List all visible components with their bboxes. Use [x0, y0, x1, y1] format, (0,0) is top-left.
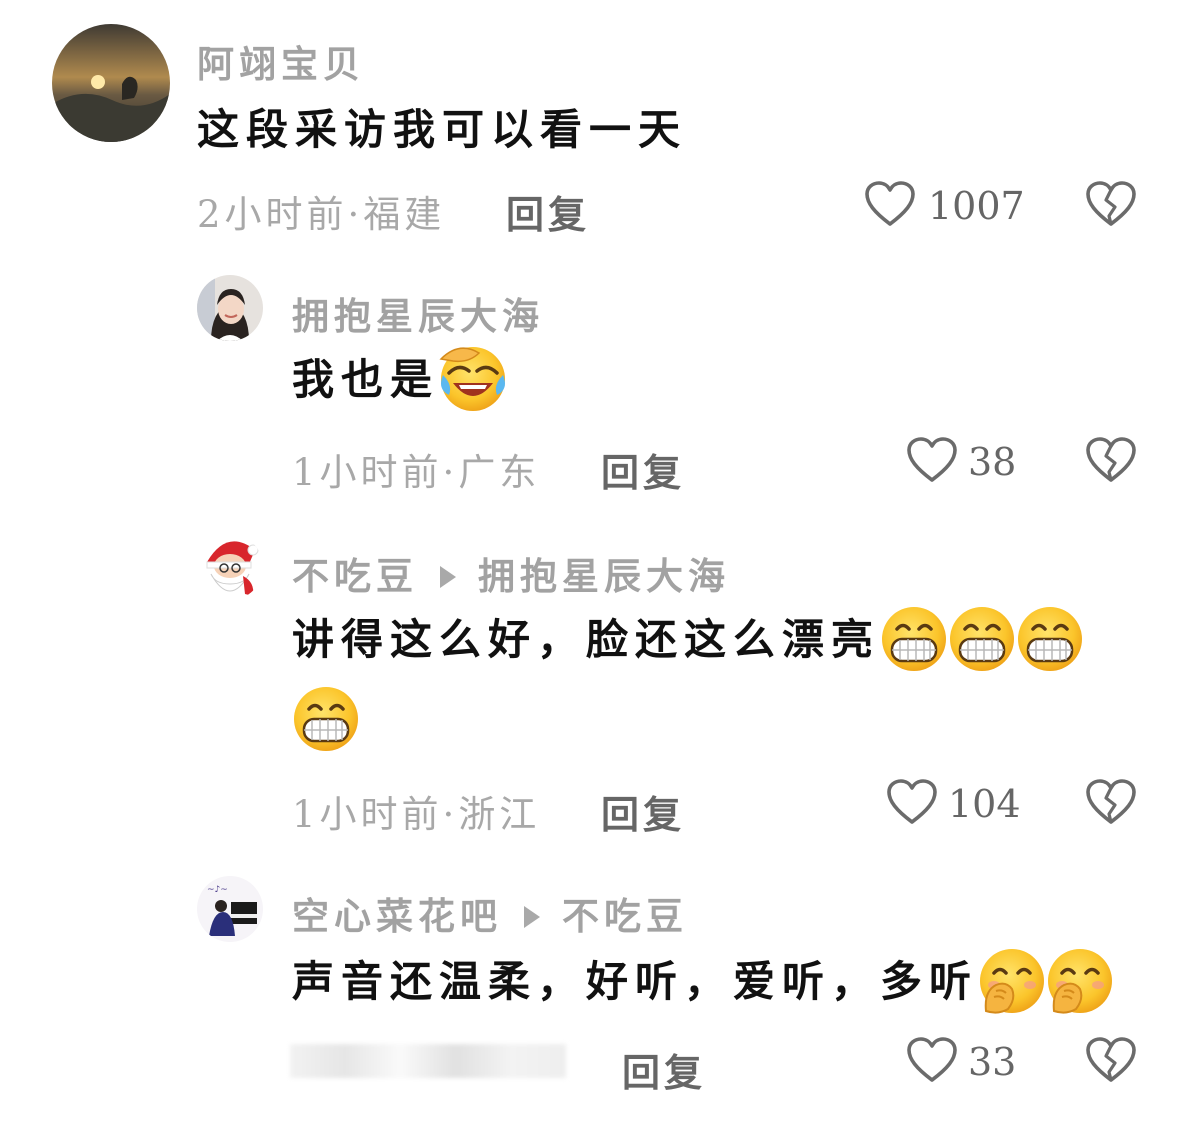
sunset-avatar-icon[interactable] — [52, 24, 170, 142]
grin-emoji-icon — [1016, 605, 1084, 673]
like-count: 104 — [948, 782, 1021, 826]
comment-location: 福建 — [363, 193, 446, 236]
username[interactable]: 不吃豆 拥抱星辰大海 — [292, 546, 730, 600]
comment-item: 拥抱星辰大海 我也是 1小时前·广东 回复 38 — [0, 260, 1200, 520]
broken-heart-icon[interactable] — [1085, 180, 1137, 228]
reply-arrow-icon — [524, 905, 540, 928]
comment-text-body: 声音还温柔，好听，爱听，多听 — [292, 957, 979, 1006]
meta-separator: · — [347, 193, 364, 236]
like-count: 33 — [968, 1040, 1017, 1084]
comment-meta: 1小时前·浙江 — [292, 784, 540, 838]
heart-icon[interactable] — [886, 778, 938, 826]
comment-text: 我也是 — [292, 340, 507, 420]
broken-heart-icon[interactable] — [1085, 436, 1137, 484]
svg-text:~♪~: ~♪~ — [207, 885, 228, 895]
comment-item: 不吃豆 拥抱星辰大海 讲得这么好，脸还这么漂亮 1小时前·浙江 回复 104 — [0, 520, 1200, 870]
grin-emoji-icon — [880, 605, 948, 673]
comment-text: 这段采访我可以看一天 — [197, 90, 687, 170]
username[interactable]: 空心菜花吧 不吃豆 — [292, 886, 688, 940]
broken-heart-icon[interactable] — [1085, 1036, 1137, 1084]
comment-item: ~♪~ 空心菜花吧 不吃豆 声音还温柔，好听，爱听，多听 回复 33 — [0, 862, 1200, 1122]
piano-avatar-icon[interactable]: ~♪~ — [197, 876, 263, 942]
girl-avatar-icon[interactable] — [197, 275, 263, 341]
like-count: 38 — [968, 440, 1017, 484]
covering-mouth-emoji-icon — [978, 947, 1046, 1015]
reply-button[interactable]: 回复 — [506, 184, 590, 239]
comment-time: 1小时前 — [292, 793, 443, 836]
username[interactable]: 拥抱星辰大海 — [292, 286, 544, 340]
like-count: 1007 — [928, 184, 1025, 228]
username[interactable]: 阿翊宝贝 — [197, 34, 365, 88]
santa-avatar-icon[interactable] — [197, 534, 263, 600]
comment-text: 讲得这么好，脸还这么漂亮 — [292, 600, 1172, 760]
grin-emoji-icon — [292, 685, 360, 753]
comment-meta: 2小时前·福建 — [197, 184, 445, 238]
reply-target-username[interactable]: 不吃豆 — [562, 894, 688, 938]
comment-time: 1小时前 — [292, 451, 443, 494]
reply-arrow-icon — [440, 565, 456, 588]
meta-separator: · — [442, 793, 459, 836]
comment-text-body: 讲得这么好，脸还这么漂亮 — [292, 615, 881, 664]
heart-icon[interactable] — [906, 1036, 958, 1084]
comment-item: 阿翊宝贝 这段采访我可以看一天 2小时前·福建 回复 1007 — [0, 0, 1200, 260]
comment-time: 2小时前 — [197, 193, 348, 236]
grin-emoji-icon — [948, 605, 1016, 673]
username-text[interactable]: 空心菜花吧 — [292, 894, 502, 938]
comment-meta: 1小时前·广东 — [292, 442, 540, 496]
comment-location: 广东 — [458, 451, 541, 494]
comment-text-body: 我也是 — [292, 355, 440, 404]
username-text[interactable]: 不吃豆 — [292, 554, 418, 598]
broken-heart-icon[interactable] — [1085, 778, 1137, 826]
covering-mouth-emoji-icon — [1046, 947, 1114, 1015]
meta-separator: · — [442, 451, 459, 494]
comment-text-body: 这段采访我可以看一天 — [197, 105, 688, 154]
comment-location: 浙江 — [458, 793, 541, 836]
blurred-meta — [290, 1044, 566, 1078]
reply-target-username[interactable]: 拥抱星辰大海 — [478, 554, 730, 598]
heart-icon[interactable] — [906, 436, 958, 484]
reply-button[interactable]: 回复 — [601, 442, 685, 497]
heart-icon[interactable] — [864, 180, 916, 228]
comment-text: 声音还温柔，好听，爱听，多听 — [292, 942, 1114, 1022]
crying-laughing-emoji-icon — [439, 345, 507, 413]
reply-button[interactable]: 回复 — [622, 1042, 706, 1097]
reply-button[interactable]: 回复 — [601, 784, 685, 839]
